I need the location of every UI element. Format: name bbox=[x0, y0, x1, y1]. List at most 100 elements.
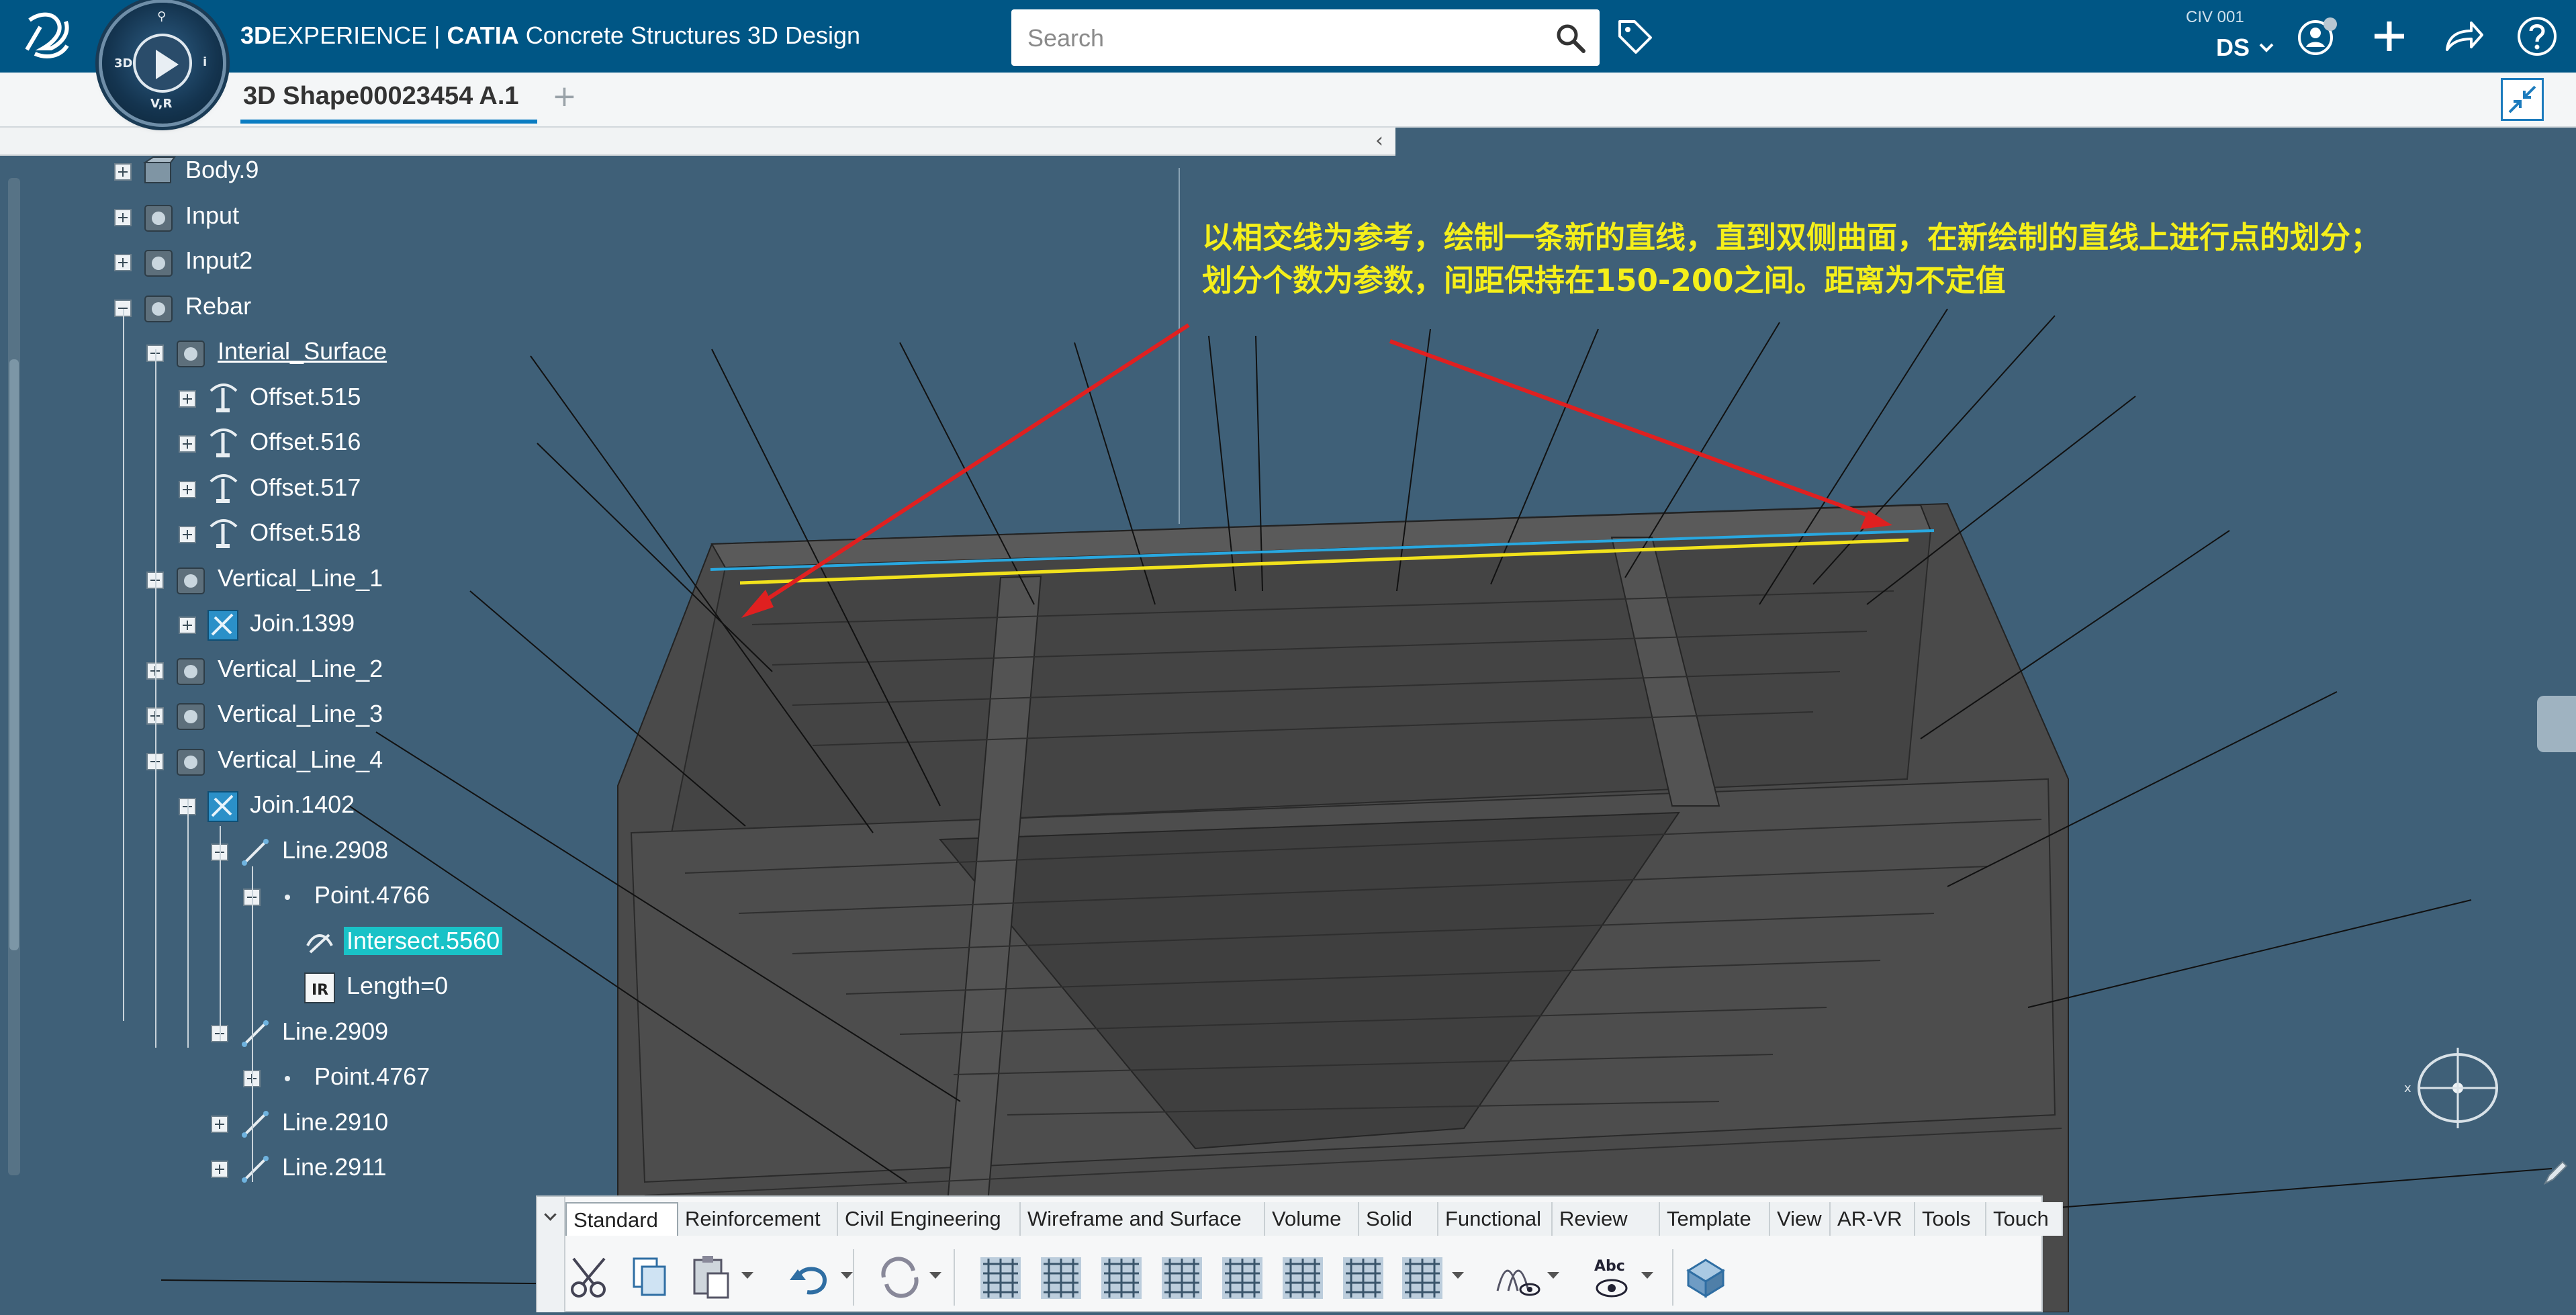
compass-widget[interactable]: ⚲ 3D i V,R bbox=[102, 3, 223, 124]
collab-space-label[interactable]: CIV 001 bbox=[2186, 8, 2244, 27]
tree-scrollbar-thumb[interactable] bbox=[9, 359, 19, 950]
tree-node-label[interactable]: Body.9 bbox=[183, 156, 261, 184]
expand-plus-icon[interactable] bbox=[211, 1115, 228, 1133]
dropdown-arrow-icon[interactable] bbox=[1641, 1272, 1653, 1279]
action-tab[interactable]: Template bbox=[1660, 1202, 1770, 1236]
dropdown-arrow-icon[interactable] bbox=[841, 1272, 853, 1279]
action-tab[interactable]: Volume bbox=[1265, 1202, 1359, 1236]
undo-icon[interactable] bbox=[784, 1251, 838, 1304]
expand-plus-icon[interactable] bbox=[114, 208, 132, 226]
rebar-schedule-icon[interactable] bbox=[1336, 1251, 1390, 1304]
expand-plus-icon[interactable] bbox=[211, 1161, 228, 1178]
rebar-grid-icon[interactable] bbox=[974, 1251, 1027, 1304]
hide-show-icon[interactable] bbox=[1491, 1251, 1545, 1304]
tree-node-label[interactable]: Offset.517 bbox=[247, 473, 363, 502]
action-tab[interactable]: Reinforcement bbox=[678, 1202, 838, 1236]
dropdown-arrow-icon[interactable] bbox=[741, 1272, 753, 1279]
rebar-distribution-icon[interactable] bbox=[1215, 1251, 1269, 1304]
dropdown-arrow-icon[interactable] bbox=[1452, 1272, 1464, 1279]
expand-plus-icon[interactable] bbox=[179, 617, 196, 634]
geometric-set-icon bbox=[144, 295, 173, 322]
tree-node-label[interactable]: Line.2911 bbox=[279, 1153, 389, 1181]
update-icon[interactable] bbox=[873, 1251, 927, 1304]
tree-node-label[interactable]: Join.1399 bbox=[247, 609, 357, 637]
tree-node-label[interactable]: Vertical_Line_4 bbox=[215, 745, 385, 774]
tree-node-label[interactable]: Rebar bbox=[183, 292, 254, 320]
tree-node-label[interactable]: Offset.516 bbox=[247, 428, 363, 456]
tree-node-label[interactable]: Vertical_Line_2 bbox=[215, 655, 385, 683]
tree-node-label[interactable]: Point.4766 bbox=[312, 881, 432, 909]
action-tab[interactable]: Touch bbox=[1986, 1202, 2063, 1236]
expand-plus-icon[interactable] bbox=[114, 254, 132, 271]
add-tab-button[interactable]: + bbox=[552, 79, 577, 114]
tree-node-label[interactable]: Offset.518 bbox=[247, 518, 363, 547]
action-tab[interactable]: Tools bbox=[1915, 1202, 1986, 1236]
rebar-pattern-icon[interactable] bbox=[1395, 1251, 1449, 1304]
action-bar: Standard Reinforcement Civil Engineering Wi… bbox=[536, 1195, 2063, 1312]
expand-plus-icon[interactable] bbox=[179, 390, 196, 408]
tree-node-label[interactable]: Line.2909 bbox=[279, 1017, 391, 1046]
rebar-set-icon[interactable] bbox=[1034, 1251, 1088, 1304]
collapse-tree-button[interactable]: ‹ bbox=[1366, 128, 1393, 154]
tree-node-label[interactable]: Interial_Surface bbox=[215, 337, 389, 365]
search-box[interactable] bbox=[1011, 9, 1600, 66]
rebar-layout-icon[interactable] bbox=[1095, 1251, 1148, 1304]
action-tab[interactable]: AR-VR bbox=[1831, 1202, 1915, 1236]
action-tab[interactable]: View bbox=[1770, 1202, 1831, 1236]
tag-icon[interactable] bbox=[1614, 16, 1655, 56]
tree-node-label[interactable]: Vertical_Line_3 bbox=[215, 700, 385, 728]
tree-node-label[interactable]: Join.1402 bbox=[247, 790, 357, 819]
action-tab[interactable]: Review bbox=[1553, 1202, 1660, 1236]
tree-node-label[interactable]: Input2 bbox=[183, 246, 255, 275]
expand-plus-icon[interactable] bbox=[179, 526, 196, 543]
user-profile-icon[interactable] bbox=[2295, 15, 2340, 59]
rebar-cage-icon[interactable] bbox=[1276, 1251, 1330, 1304]
tree-node-label[interactable]: Input bbox=[183, 201, 242, 230]
play-icon[interactable] bbox=[133, 34, 192, 93]
brand-catia: CATIA bbox=[447, 21, 519, 49]
rebar-model-geometry[interactable] bbox=[0, 154, 2576, 1313]
minimize-window-button[interactable] bbox=[2501, 78, 2544, 121]
document-tab-bar: 3D Shape00023454 A.1 + bbox=[0, 73, 2576, 128]
dropdown-arrow-icon[interactable] bbox=[1547, 1272, 1559, 1279]
tree-node-label[interactable]: Intersect.5560 bbox=[344, 926, 503, 955]
paste-icon[interactable] bbox=[685, 1251, 739, 1304]
3d-viewport[interactable]: 以相交线为参考，绘制一条新的直线，直到双侧曲面，在新绘制的直线上进行点的划分； … bbox=[0, 154, 2576, 1313]
tree-node-label[interactable]: Point.4767 bbox=[312, 1062, 432, 1091]
view-compass-icon[interactable]: x bbox=[2391, 1034, 2505, 1142]
plus-icon[interactable] bbox=[2369, 16, 2409, 56]
spell-view-icon[interactable]: Abc bbox=[1585, 1251, 1639, 1304]
action-tab[interactable]: Wireframe and Surface bbox=[1021, 1202, 1265, 1236]
document-tab[interactable]: 3D Shape00023454 A.1 bbox=[243, 82, 519, 111]
action-tab[interactable]: Civil Engineering bbox=[838, 1202, 1021, 1236]
copy-icon[interactable] bbox=[625, 1251, 678, 1304]
3d-view-icon[interactable] bbox=[1679, 1251, 1733, 1304]
dassault-logo-icon[interactable] bbox=[20, 7, 81, 67]
expand-plus-icon[interactable] bbox=[179, 480, 196, 498]
share-icon[interactable] bbox=[2442, 16, 2485, 56]
help-icon[interactable] bbox=[2516, 15, 2559, 58]
expand-plus-icon[interactable] bbox=[114, 163, 132, 181]
tree-node-label[interactable]: Line.2908 bbox=[279, 836, 391, 864]
action-tab[interactable]: Functional bbox=[1438, 1202, 1553, 1236]
search-icon[interactable] bbox=[1555, 23, 1586, 54]
action-bar-chevron-icon[interactable] bbox=[537, 1197, 565, 1312]
tree-node-label[interactable]: Offset.515 bbox=[247, 383, 363, 411]
tree-node-label[interactable]: Length=0 bbox=[344, 972, 451, 1000]
action-tab[interactable]: Solid bbox=[1359, 1202, 1438, 1236]
tree-node-label[interactable]: Vertical_Line_1 bbox=[215, 564, 385, 592]
user-initials[interactable]: DS bbox=[2216, 34, 2250, 62]
pencil-icon[interactable] bbox=[2542, 1159, 2569, 1186]
tree-scrollbar[interactable] bbox=[8, 178, 20, 1175]
chevron-down-icon[interactable] bbox=[2256, 38, 2276, 58]
dropdown-arrow-icon[interactable] bbox=[929, 1272, 941, 1279]
tree-node-label[interactable]: Line.2910 bbox=[279, 1108, 391, 1136]
compass-right-label: i bbox=[203, 55, 208, 69]
side-panel-handle[interactable] bbox=[2537, 696, 2576, 752]
tree-guide-line bbox=[220, 826, 221, 1041]
action-tab[interactable]: Standard bbox=[565, 1202, 678, 1236]
rebar-bend-icon[interactable] bbox=[1155, 1251, 1209, 1304]
cut-icon[interactable] bbox=[564, 1251, 618, 1304]
expand-plus-icon[interactable] bbox=[179, 435, 196, 453]
search-input[interactable] bbox=[1026, 19, 1539, 58]
